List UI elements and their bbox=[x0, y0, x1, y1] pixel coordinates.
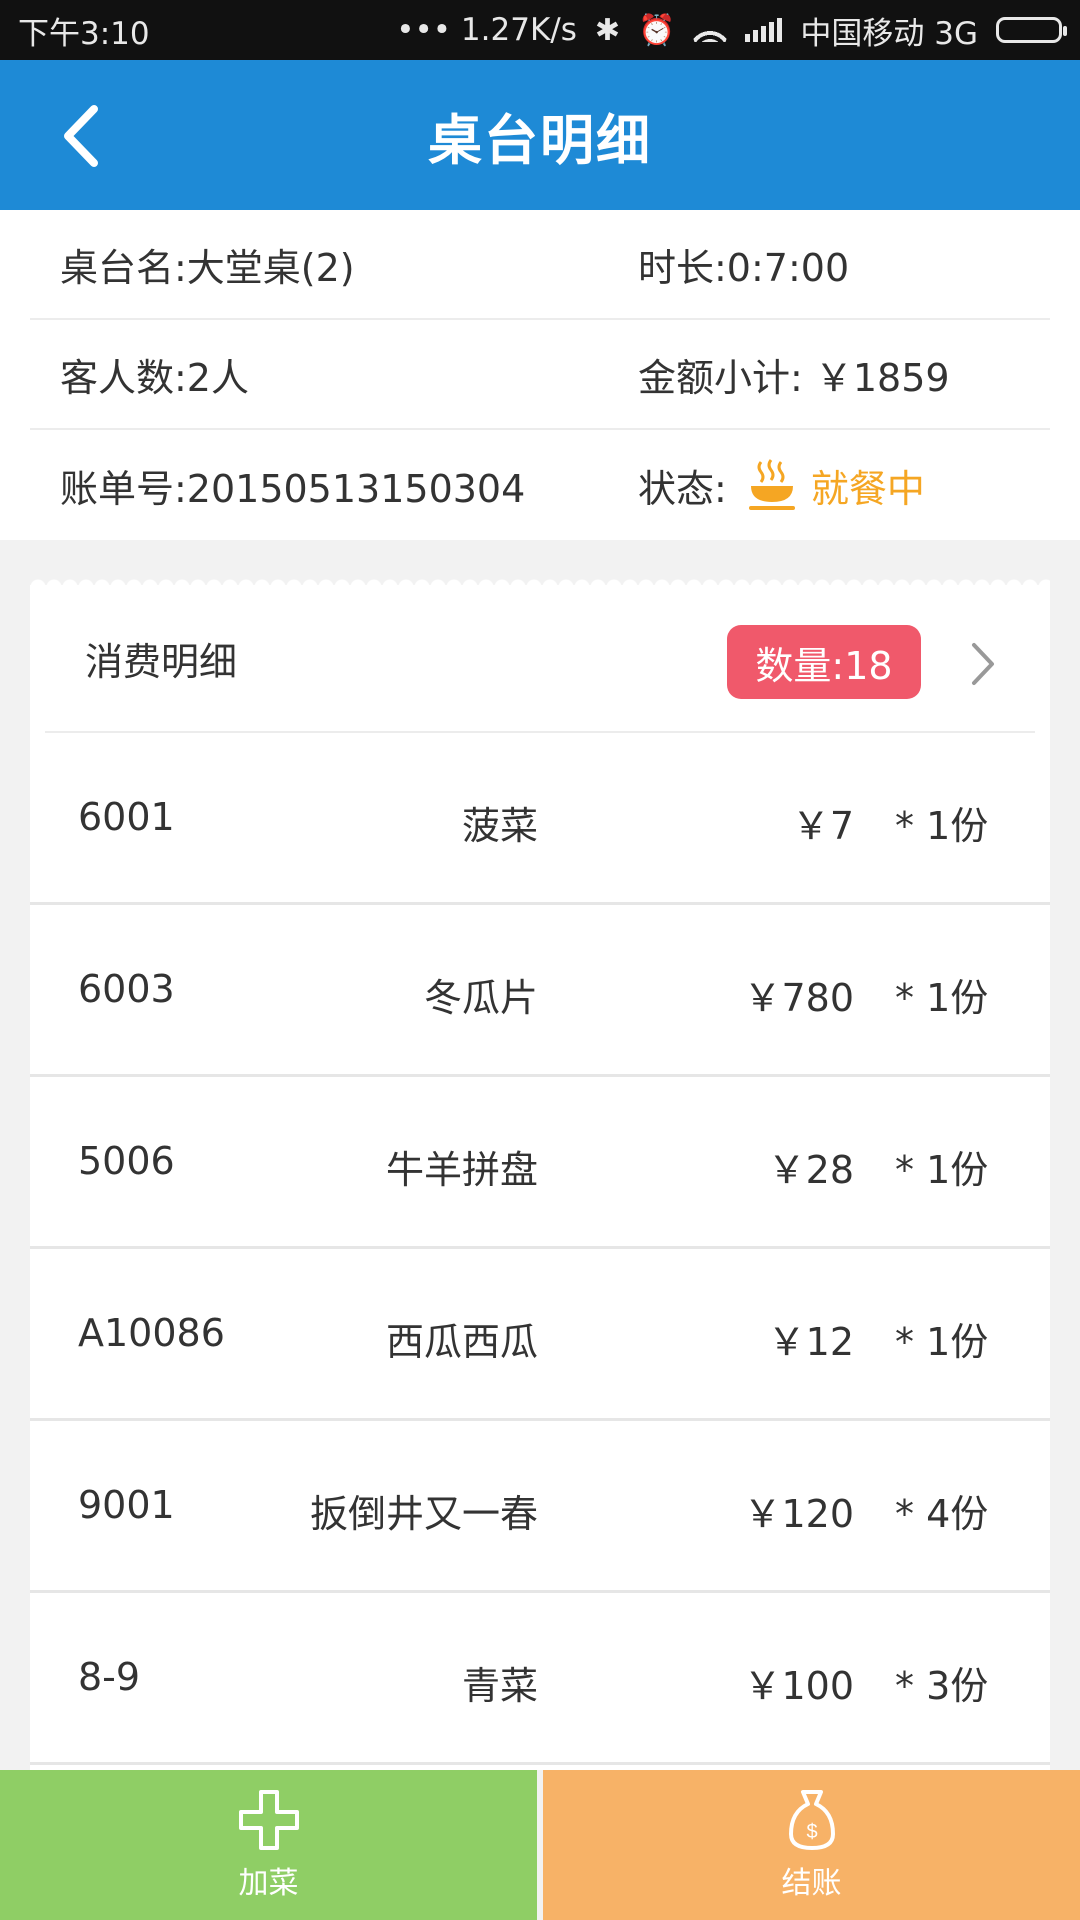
dish-price: ￥120 bbox=[743, 1492, 854, 1536]
detail-title: 消费明细 bbox=[85, 639, 238, 684]
list-item[interactable]: A10086 西瓜西瓜 ￥12 * 1份 bbox=[30, 1249, 1050, 1421]
dish-price: ￥12 bbox=[767, 1320, 854, 1364]
carrier-name: 中国移动 3G bbox=[800, 15, 978, 52]
info-row: 桌台名:大堂桌(2) 时长:0:7:00 bbox=[30, 210, 1050, 320]
signal-icon bbox=[745, 18, 783, 42]
count-badge: 数量:18 bbox=[727, 625, 921, 699]
dish-quantity: * 1份 bbox=[895, 1148, 989, 1192]
dish-code: 5006 bbox=[78, 1139, 175, 1183]
dish-name: 牛羊拼盘 bbox=[385, 1148, 538, 1192]
dining-bowl-icon bbox=[748, 459, 795, 510]
dish-name: 西瓜西瓜 bbox=[385, 1320, 538, 1364]
order-list: 6001 菠菜 ￥7 * 1份 6003 冬瓜片 ￥780 * 1份 5006 … bbox=[30, 733, 1050, 1765]
svg-text:$: $ bbox=[806, 1821, 817, 1843]
chevron-right-icon[interactable] bbox=[970, 641, 996, 687]
dish-code: A10086 bbox=[78, 1311, 225, 1355]
guest-count: 客人数:2人 bbox=[60, 355, 249, 400]
duration: 时长:0:7:00 bbox=[638, 245, 850, 290]
dish-code: 6003 bbox=[78, 967, 175, 1011]
chevron-left-icon bbox=[64, 105, 98, 167]
list-item[interactable]: 8-9 青菜 ￥100 * 3份 bbox=[30, 1593, 1050, 1765]
status-bar: 下午3:10 ••• 1.27K/s ✱ ⏰ 中国移动 3G bbox=[0, 0, 1080, 60]
dish-code: 8-9 bbox=[78, 1655, 141, 1699]
receipt-edge bbox=[0, 530, 1080, 544]
status-time: 下午3:10 bbox=[18, 15, 150, 52]
dish-quantity: * 4份 bbox=[895, 1492, 989, 1536]
list-item[interactable]: 5006 牛羊拼盘 ￥28 * 1份 bbox=[30, 1077, 1050, 1249]
list-item[interactable]: 6003 冬瓜片 ￥780 * 1份 bbox=[30, 905, 1050, 1077]
dish-name: 青菜 bbox=[461, 1664, 538, 1708]
bluetooth-icon: ✱ bbox=[594, 12, 621, 48]
dish-name: 扳倒井又一春 bbox=[309, 1492, 538, 1536]
checkout-button[interactable]: $ 结账 bbox=[543, 1770, 1080, 1920]
table-name: 桌台名:大堂桌(2) bbox=[60, 245, 355, 290]
wifi-icon bbox=[693, 18, 728, 42]
battery-icon bbox=[996, 17, 1067, 43]
checkout-label: 结账 bbox=[781, 1866, 842, 1901]
status-label: 状态: bbox=[638, 466, 727, 511]
dish-quantity: * 1份 bbox=[895, 804, 989, 848]
dish-name: 冬瓜片 bbox=[423, 976, 538, 1020]
add-dish-button[interactable]: 加菜 bbox=[0, 1770, 537, 1920]
status-field: 状态: 就餐中 bbox=[638, 458, 925, 513]
list-item[interactable]: 6001 菠菜 ￥7 * 1份 bbox=[30, 733, 1050, 905]
status-badge: 就餐中 bbox=[747, 458, 925, 513]
dish-name: 菠菜 bbox=[461, 804, 538, 848]
dish-price: ￥7 bbox=[791, 804, 854, 848]
back-button[interactable] bbox=[40, 96, 120, 176]
alarm-icon: ⏰ bbox=[638, 12, 676, 48]
dish-price: ￥780 bbox=[743, 976, 854, 1020]
plus-icon bbox=[238, 1790, 299, 1850]
dish-price: ￥100 bbox=[743, 1664, 854, 1708]
bill-number: 账单号:20150513150304 bbox=[60, 466, 526, 511]
bottom-action-bar: 加菜 $ 结账 bbox=[0, 1770, 1080, 1920]
dish-quantity: * 1份 bbox=[895, 976, 989, 1020]
consumption-detail-card: 消费明细 数量:18 6001 菠菜 ￥7 * 1份 6003 冬瓜片 ￥780… bbox=[30, 585, 1050, 1770]
list-item[interactable]: 9001 扳倒井又一春 ￥120 * 4份 bbox=[30, 1421, 1050, 1593]
app-header: 桌台明细 bbox=[0, 60, 1080, 210]
status-icons: ••• 1.27K/s ✱ ⏰ 中国移动 3G bbox=[396, 8, 1067, 53]
dish-code: 9001 bbox=[78, 1483, 175, 1527]
add-dish-label: 加菜 bbox=[238, 1866, 299, 1901]
info-row: 账单号:20150513150304 状态: 就餐中 bbox=[30, 430, 1050, 540]
network-speed: ••• 1.27K/s bbox=[396, 12, 577, 48]
dish-quantity: * 3份 bbox=[895, 1664, 989, 1708]
page-title: 桌台明细 bbox=[428, 108, 652, 172]
amount-subtotal: 金额小计: ￥1859 bbox=[638, 355, 950, 400]
info-row: 客人数:2人 金额小计: ￥1859 bbox=[30, 320, 1050, 430]
money-bag-icon: $ bbox=[788, 1790, 835, 1850]
status-value: 就餐中 bbox=[810, 466, 925, 511]
dish-code: 6001 bbox=[78, 795, 175, 839]
dish-quantity: * 1份 bbox=[895, 1320, 989, 1364]
dish-price: ￥28 bbox=[767, 1148, 854, 1192]
table-info-panel: 桌台名:大堂桌(2) 时长:0:7:00 客人数:2人 金额小计: ￥1859 … bbox=[0, 210, 1080, 540]
detail-header[interactable]: 消费明细 数量:18 bbox=[45, 585, 1035, 733]
